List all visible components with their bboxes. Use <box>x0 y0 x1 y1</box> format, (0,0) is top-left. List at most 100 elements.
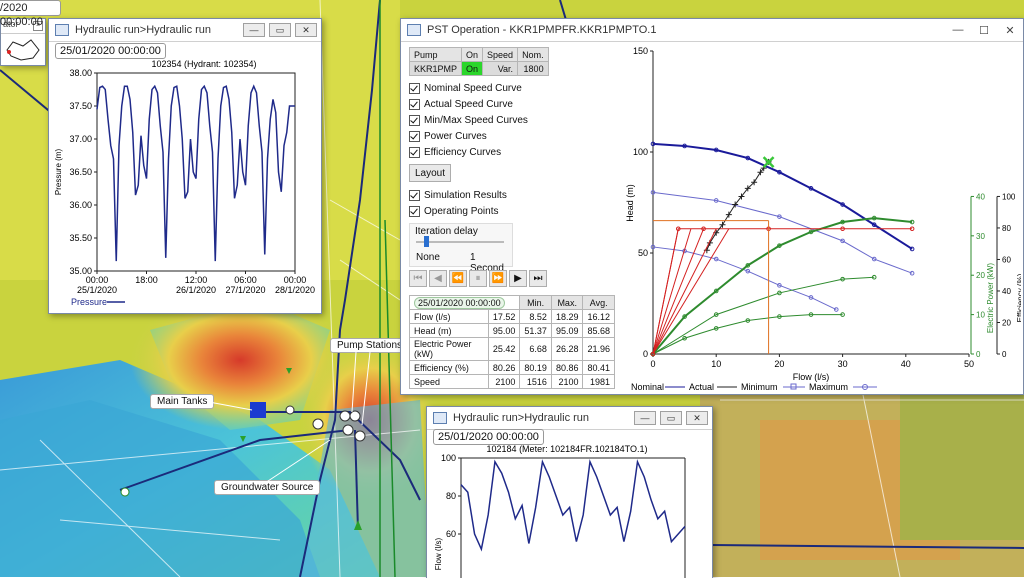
avg-header: Avg. <box>582 295 615 310</box>
maximize-button[interactable]: ☐ <box>971 24 997 37</box>
pause-icon[interactable]: ⏸ <box>469 270 487 287</box>
legend-actual-label: Actual <box>689 382 714 392</box>
pump-on-status[interactable]: On <box>461 61 484 76</box>
row-label: Speed <box>409 374 489 389</box>
pump-nominal[interactable]: 1800 <box>517 61 549 76</box>
y-tick-label: 35.50 <box>69 233 92 243</box>
x-tick-label: 40 <box>901 359 911 369</box>
y-tick-label: 50 <box>638 248 648 258</box>
x-tick-label: 30 <box>838 359 848 369</box>
hydrant-pressure-window[interactable]: Hydraulic run>Hydraulic run — ▭ ✕ 25/01/… <box>48 18 322 314</box>
checkbox-label: Operating Points <box>424 205 499 217</box>
legend-minimum-label: Minimum <box>741 382 778 392</box>
titlebar[interactable]: Hydraulic run>Hydraulic run — ▭ ✕ <box>427 407 712 430</box>
checkbox-icon[interactable] <box>409 189 420 201</box>
titlebar[interactable]: Hydraulic run>Hydraulic run — ▭ ✕ <box>49 19 321 42</box>
checkbox-actual-speed-curve[interactable]: Actual Speed Curve <box>409 96 528 112</box>
checkbox-simulation-results[interactable]: Simulation Results <box>409 187 507 203</box>
power-tick-label: 30 <box>976 232 985 241</box>
x-tick-label: 12:00 <box>185 275 208 285</box>
row-min: 51.37 <box>519 323 552 338</box>
power-tick-label: 0 <box>976 350 981 359</box>
checkbox-label: Simulation Results <box>424 189 507 201</box>
row-min: 8.52 <box>519 309 552 324</box>
checkbox-min-max-speed-curves[interactable]: Min/Max Speed Curves <box>409 112 528 128</box>
simulation-options: Simulation Results Operating Points <box>409 187 507 219</box>
pump-name[interactable]: KKR1PMP <box>408 61 463 76</box>
efficiency-tick-label: 20 <box>1002 318 1011 327</box>
checkbox-operating-points[interactable]: Operating Points <box>409 203 507 219</box>
checkbox-icon[interactable] <box>409 114 420 126</box>
y-tick-label: 38.00 <box>69 68 92 78</box>
chart-title: 102184 (Meter: 102184FR.102184TO.1) <box>487 444 648 454</box>
power-tick-label: 40 <box>976 192 985 201</box>
efficiency-tick-label: 0 <box>1002 350 1007 359</box>
checkbox-label: Power Curves <box>424 130 487 142</box>
checkbox-icon[interactable] <box>409 146 420 158</box>
table-row: Speed 2100 1516 2100 1981 <box>409 374 615 389</box>
pump-header: Pump <box>408 47 463 62</box>
x-tick-label: 0 <box>650 359 655 369</box>
min-header: Min. <box>519 295 552 310</box>
close-button[interactable]: ✕ <box>686 411 708 425</box>
window-title: Hydraulic run>Hydraulic run <box>453 412 590 424</box>
flow-chart: 102184 (Meter: 102184FR.102184TO.1) 100 80… <box>434 444 686 578</box>
checkbox-icon[interactable] <box>409 205 420 217</box>
y-axis-label: Flow (l/s) <box>434 537 443 570</box>
legend-maximum-label: Maximum <box>809 382 848 392</box>
pst-operation-window[interactable]: PST Operation - KKR1PMPFR.KKR1PMPTO.1 — … <box>400 18 1024 395</box>
x-tick-label: 00:00 <box>284 275 307 285</box>
row-max: 95.09 <box>550 323 584 338</box>
layout-button[interactable]: Layout <box>409 164 451 182</box>
previous-frame-icon[interactable]: ⏪ <box>449 270 467 287</box>
date-display: 25/01/2020 00:00:00 <box>55 43 166 59</box>
row-max: 2100 <box>550 374 584 389</box>
play-icon[interactable]: ▶ <box>509 270 527 287</box>
row-label: Flow (l/s) <box>409 309 489 324</box>
next-frame-icon[interactable]: ⏩ <box>489 270 507 287</box>
row-value: 17.52 <box>487 309 521 324</box>
pump-table: Pump On Speed Nom. KKR1PMP On Var. 1800 <box>408 47 549 76</box>
checkbox-efficiency-curves[interactable]: Efficiency Curves <box>409 144 528 160</box>
y-tick-label: 100 <box>633 147 648 157</box>
checkbox-icon[interactable] <box>409 130 420 142</box>
efficiency-axis-label: Efficiency (%) <box>1016 273 1021 322</box>
efficiency-tick-label: 100 <box>1002 192 1016 201</box>
row-avg: 1981 <box>582 374 615 389</box>
rewind-to-start-icon[interactable]: ⏮ <box>409 270 427 287</box>
close-button[interactable]: ✕ <box>295 23 317 37</box>
row-value: 25.42 <box>487 337 521 361</box>
nom-header: Nom. <box>517 47 549 62</box>
y-tick-label: 150 <box>633 46 648 56</box>
row-avg: 85.68 <box>582 323 615 338</box>
row-label: Electric Power (kW) <box>409 337 489 361</box>
power-tick-label: 10 <box>976 311 985 320</box>
pressure-chart: 102354 (Hydrant: 102354) 38.00 37.50 37.00 3… <box>54 59 315 307</box>
checkbox-label: Nominal Speed Curve <box>424 82 522 94</box>
results-date-header: 25/01/2020 00:00:00 <box>408 295 521 310</box>
minimize-button[interactable]: — <box>945 24 971 36</box>
pump-speed-type[interactable]: Var. <box>482 61 519 76</box>
maximize-button[interactable]: ▭ <box>660 411 682 425</box>
minimize-button[interactable]: — <box>634 411 656 425</box>
y-tick-label: 37.50 <box>69 101 92 111</box>
checkbox-icon[interactable] <box>409 98 420 110</box>
iteration-delay-slider[interactable] <box>424 236 430 247</box>
efficiency-tick-label: 80 <box>1002 224 1011 233</box>
close-button[interactable]: ✕ <box>997 24 1023 37</box>
main-tanks-marker <box>250 402 266 418</box>
fast-forward-icon[interactable]: ⏭ <box>529 270 547 287</box>
step-back-icon[interactable]: ◀ <box>429 270 447 287</box>
checkbox-power-curves[interactable]: Power Curves <box>409 128 528 144</box>
playback-controls: ⏮ ◀ ⏪ ⏸ ⏩ ▶ ⏭ <box>409 270 547 287</box>
window-icon <box>55 24 69 36</box>
checkbox-nominal-speed-curve[interactable]: Nominal Speed Curve <box>409 80 528 96</box>
titlebar[interactable]: PST Operation - KKR1PMPFR.KKR1PMPTO.1 — … <box>401 19 1023 42</box>
maximize-button[interactable]: ▭ <box>269 23 291 37</box>
x-tick-label: 18:00 <box>135 275 158 285</box>
y-tick-label: 36.00 <box>69 200 92 210</box>
checkbox-icon[interactable] <box>409 82 420 94</box>
meter-flow-window[interactable]: Hydraulic run>Hydraulic run — ▭ ✕ 25/01/… <box>426 406 713 578</box>
x-tick-label: 00:00 <box>86 275 109 285</box>
minimize-button[interactable]: — <box>243 23 265 37</box>
